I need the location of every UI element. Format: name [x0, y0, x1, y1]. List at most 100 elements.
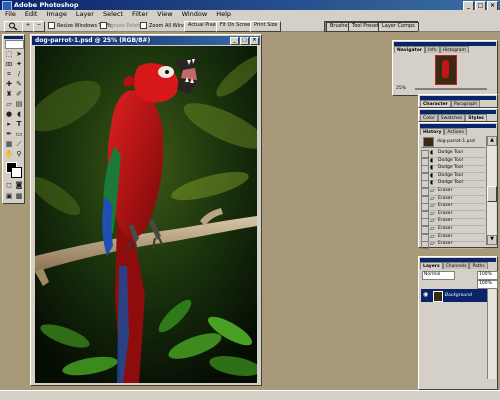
- eye-visibility-icon[interactable]: ◉: [423, 292, 429, 298]
- opacity-field[interactable]: 100%: [477, 271, 498, 280]
- zoom-out-button[interactable]: −: [33, 21, 45, 32]
- parrot-photo-image: [35, 46, 257, 383]
- zoom-in-icon: +: [25, 22, 31, 28]
- navigator-zoom-slider[interactable]: [415, 88, 487, 90]
- brush-tool-icon[interactable]: ✎: [14, 79, 24, 89]
- history-brush-tool-icon[interactable]: ✐: [14, 89, 24, 99]
- menu-image[interactable]: Image: [46, 10, 66, 19]
- menu-edit[interactable]: Edit: [25, 10, 38, 19]
- type-tool-icon[interactable]: T: [14, 119, 24, 129]
- eraser-tool-icon: ▱: [430, 202, 435, 210]
- layer-thumbnail: [433, 291, 443, 302]
- menu-help[interactable]: Help: [216, 10, 231, 19]
- menu-layer[interactable]: Layer: [76, 10, 94, 19]
- menu-select[interactable]: Select: [103, 10, 123, 19]
- tab-styles[interactable]: Styles: [465, 114, 487, 121]
- scroll-up-arrow-icon[interactable]: ▲: [487, 136, 497, 146]
- magic-wand-tool-icon[interactable]: ✦: [14, 59, 24, 69]
- zoom-all-windows-checkbox[interactable]: [140, 22, 147, 29]
- blur-tool-icon[interactable]: ●: [4, 109, 14, 119]
- navigator-panel: Navigator Info Histogram 25%: [392, 40, 498, 96]
- blend-mode-select[interactable]: Normal: [422, 271, 455, 280]
- pen-tool-icon[interactable]: ✒: [4, 129, 14, 139]
- eraser-tool-icon[interactable]: ▱: [4, 99, 14, 109]
- doc-close-button[interactable]: ×: [250, 37, 259, 45]
- layer-row-background[interactable]: ◉ Background ▪: [421, 289, 495, 302]
- zoom-tool-icon[interactable]: ⚲: [14, 149, 24, 159]
- tab-history[interactable]: History: [420, 128, 445, 135]
- thumbnail-parrot: [442, 60, 449, 78]
- history-scrollbar[interactable]: ▲ ▼: [486, 136, 497, 245]
- shape-tool-icon[interactable]: ▭: [14, 129, 24, 139]
- notes-tool-icon[interactable]: ▦: [4, 139, 14, 149]
- menu-view[interactable]: View: [157, 10, 172, 19]
- eyedropper-tool-icon[interactable]: ⟋: [14, 139, 24, 149]
- scroll-thumb[interactable]: [487, 186, 497, 202]
- lasso-tool-icon[interactable]: ꝏ: [4, 59, 14, 69]
- tab-info[interactable]: Info: [425, 46, 440, 53]
- menu-window[interactable]: Window: [182, 10, 208, 19]
- screen-mode-icon[interactable]: ▣: [4, 191, 14, 201]
- layers-panel: Layers Channels Paths Normal 100% 100% ◉…: [418, 256, 498, 390]
- tab-character[interactable]: Character: [420, 100, 451, 107]
- navigator-zoom-value[interactable]: 25%: [396, 86, 406, 91]
- adobe-online-icon[interactable]: [5, 40, 24, 49]
- clone-stamp-tool-icon[interactable]: ♜: [4, 89, 14, 99]
- resize-windows-checkbox[interactable]: [48, 22, 55, 29]
- history-item[interactable]: ▱ Eraser: [421, 240, 485, 250]
- doc-minimize-button[interactable]: _: [230, 37, 239, 45]
- zoom-out-icon: −: [36, 22, 42, 28]
- navigator-thumbnail[interactable]: [435, 55, 457, 85]
- tab-actions[interactable]: Actions: [444, 128, 467, 135]
- gradient-tool-icon[interactable]: ▤: [14, 99, 24, 109]
- hand-tool-icon[interactable]: ✋: [4, 149, 14, 159]
- standard-mode-icon[interactable]: ◻: [4, 180, 14, 190]
- path-selection-tool-icon[interactable]: ▸: [4, 119, 14, 129]
- toolbox-title-bar: [4, 36, 23, 39]
- layers-scrollbar[interactable]: [487, 289, 496, 379]
- tab-channels[interactable]: Channels: [442, 262, 470, 269]
- tab-color[interactable]: Color: [420, 114, 438, 121]
- healing-brush-tool-icon[interactable]: ✚: [4, 79, 14, 89]
- app-title-bar: Adobe Photoshop _ □ ×: [0, 0, 500, 11]
- eraser-tool-icon: ▱: [430, 225, 435, 232]
- layer-name: Background: [445, 293, 472, 298]
- eraser-tool-icon: ▱: [430, 217, 435, 225]
- tab-layers[interactable]: Layers: [420, 262, 443, 269]
- history-brush-source-checkbox[interactable]: [421, 241, 429, 250]
- tab-layer-comps[interactable]: Layer Comps: [378, 22, 419, 31]
- document-canvas[interactable]: [35, 46, 257, 383]
- options-bar: + − Resize Windows To Fit Ignore Palette…: [0, 19, 500, 32]
- full-screen-mode-icon[interactable]: ▩: [14, 191, 24, 201]
- snapshot-name: dog-parrot-1.psd: [437, 139, 475, 144]
- menu-filter[interactable]: Filter: [132, 10, 148, 19]
- dodge-tool-icon: ◖: [430, 149, 434, 156]
- slice-tool-icon[interactable]: ∕: [14, 69, 24, 79]
- eraser-tool-icon: ▱: [430, 232, 435, 240]
- print-size-button[interactable]: Print Size: [250, 21, 282, 32]
- doc-maximize-button[interactable]: □: [240, 37, 249, 45]
- background-color-swatch[interactable]: [11, 167, 22, 178]
- tab-swatches[interactable]: Swatches: [437, 114, 466, 121]
- tab-navigator[interactable]: Navigator: [394, 46, 425, 53]
- crop-tool-icon[interactable]: ⌗: [4, 69, 14, 79]
- history-snapshot[interactable]: dog-parrot-1.psd: [421, 136, 485, 148]
- fill-field[interactable]: 100%: [477, 280, 498, 289]
- dodge-tool-icon: ◖: [430, 179, 434, 187]
- tab-paragraph[interactable]: Paragraph: [450, 100, 480, 107]
- ignore-palettes-checkbox[interactable]: [100, 22, 107, 29]
- marquee-tool-icon[interactable]: ⬚: [4, 49, 14, 59]
- scroll-down-arrow-icon[interactable]: ▼: [487, 235, 497, 245]
- document-title-bar[interactable]: dog-parrot-1.psd @ 25% (RGB/8#) _ □ ×: [32, 36, 260, 45]
- tab-paths[interactable]: Paths: [469, 262, 488, 269]
- document-title: dog-parrot-1.psd @ 25% (RGB/8#): [35, 37, 151, 44]
- menu-file[interactable]: File: [5, 10, 16, 19]
- move-tool-icon[interactable]: ➤: [14, 49, 24, 59]
- dodge-tool-icon: ◖: [430, 164, 434, 172]
- zoom-icon: [9, 22, 18, 31]
- tab-histogram[interactable]: Histogram: [439, 46, 469, 53]
- dodge-tool-icon: ◖: [430, 171, 434, 179]
- dodge-tool-icon[interactable]: ◖: [14, 109, 24, 119]
- eraser-tool-icon: ▱: [430, 209, 435, 217]
- quick-mask-mode-icon[interactable]: ◙: [14, 180, 24, 190]
